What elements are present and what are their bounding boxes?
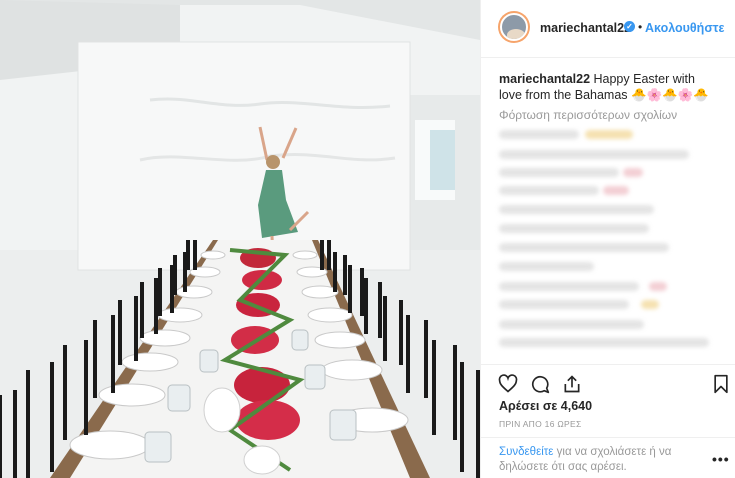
separator-dot: • [638,20,643,34]
verified-badge-icon: ✓ [624,21,635,32]
blurred-comment [585,130,633,139]
post-photo[interactable] [0,0,480,478]
post-image [0,0,480,478]
login-prompt: Συνδεθείτε για να σχολιάσετε ή να δηλώσε… [499,445,689,475]
action-bar [481,364,735,394]
avatar[interactable] [498,11,530,43]
share-icon[interactable] [562,374,582,394]
likes-count[interactable]: Αρέσει σε 4,640 [499,399,592,413]
blurred-comment [499,262,594,271]
heart-icon[interactable] [498,374,518,394]
post-header: mariechantal22 ✓ • Ακολουθήστε [481,0,735,58]
blurred-comment [603,186,629,195]
bookmark-icon[interactable] [711,374,731,394]
more-options-icon[interactable]: ••• [712,451,730,467]
login-footer: Συνδεθείτε για να σχολιάσετε ή να δηλώσε… [481,437,735,478]
blurred-comment [499,243,669,252]
comment-icon[interactable] [530,374,550,394]
blurred-comment [649,282,667,291]
blurred-comment [499,320,644,329]
blurred-comment [499,338,709,347]
blurred-comment [499,205,654,214]
load-more-comments[interactable]: Φόρτωση περισσότερων σχολίων [499,108,677,122]
blurred-comment [499,130,579,139]
blurred-comment [499,168,619,177]
post-caption: mariechantal22 Happy Easter with love fr… [499,71,719,103]
blurred-comment [499,224,649,233]
post-timestamp[interactable]: ΠΡΙΝ ΑΠΟ 16 ΩΡΕΣ [499,419,582,429]
follow-button[interactable]: Ακολουθήστε [645,21,724,35]
blurred-comment [499,186,599,195]
username-link[interactable]: mariechantal22 [540,21,631,35]
blurred-comment [499,150,689,159]
blurred-comment [623,168,643,177]
blurred-comment [499,300,629,309]
blurred-comment [499,282,639,291]
caption-username[interactable]: mariechantal22 [499,72,590,86]
post-side-panel: mariechantal22 ✓ • Ακολουθήστε mariechan… [480,0,735,478]
blurred-comment [641,300,659,309]
login-link[interactable]: Συνδεθείτε [499,446,553,458]
